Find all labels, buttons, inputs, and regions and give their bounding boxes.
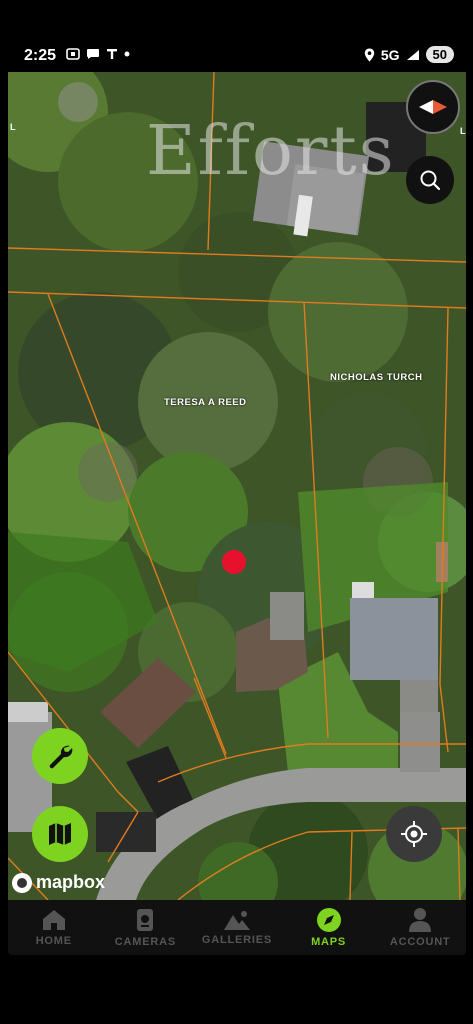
galleries-icon bbox=[223, 911, 250, 930]
tools-button[interactable] bbox=[32, 728, 88, 784]
screenshot-icon bbox=[66, 48, 80, 60]
status-right: 5G 50 bbox=[364, 46, 454, 63]
account-icon bbox=[409, 908, 432, 932]
bottom-tab-bar: HOME CAMERAS GALLERIES MAPS ACCOUNT bbox=[8, 900, 466, 955]
map-layers-button[interactable] bbox=[32, 806, 88, 862]
mapbox-logo-icon bbox=[12, 872, 32, 893]
battery-indicator: 50 bbox=[425, 46, 454, 63]
locate-icon bbox=[401, 821, 427, 847]
status-time: 2:25 bbox=[24, 47, 57, 64]
mapbox-attribution[interactable]: mapbox bbox=[12, 872, 105, 893]
locate-me-button[interactable] bbox=[386, 806, 442, 862]
dot-icon bbox=[124, 51, 130, 57]
wrench-icon bbox=[49, 745, 73, 769]
mapbox-wordmark: mapbox bbox=[36, 872, 106, 892]
message-icon bbox=[87, 49, 99, 59]
search-button[interactable] bbox=[406, 156, 454, 204]
location-icon bbox=[364, 48, 375, 61]
notification-icons bbox=[66, 48, 130, 60]
home-icon bbox=[42, 910, 65, 930]
tab-galleries[interactable]: GALLERIES bbox=[191, 900, 283, 955]
camera-icon bbox=[137, 909, 154, 931]
satellite-map[interactable]: Efforts L L TERESA A REED NICHOLAS TURCH… bbox=[8, 72, 466, 900]
map-watermark: Efforts bbox=[146, 112, 396, 191]
edge-label-left: L bbox=[10, 122, 16, 132]
network-type: 5G bbox=[380, 46, 400, 63]
tab-account[interactable]: ACCOUNT bbox=[374, 900, 466, 955]
tab-home[interactable]: HOME bbox=[8, 900, 100, 955]
tab-account-label: ACCOUNT bbox=[389, 936, 451, 948]
tab-maps-label: MAPS bbox=[311, 936, 347, 948]
signal-icon bbox=[406, 49, 419, 60]
phone-screen: 2:25 5G 50 Efforts L L TERESA A REED NIC… bbox=[8, 40, 466, 955]
location-marker[interactable] bbox=[222, 550, 246, 574]
compass-icon bbox=[419, 100, 447, 114]
tab-maps[interactable]: MAPS bbox=[283, 900, 375, 955]
parcel-label-nicholas-turch[interactable]: NICHOLAS TURCH bbox=[330, 372, 423, 383]
parcel-label-teresa-reed[interactable]: TERESA A REED bbox=[164, 397, 247, 408]
search-icon bbox=[420, 170, 441, 191]
tab-cameras[interactable]: CAMERAS bbox=[100, 900, 192, 955]
tab-home-label: HOME bbox=[35, 935, 72, 947]
carrier-icon bbox=[107, 49, 117, 59]
tab-cameras-label: CAMERAS bbox=[114, 936, 176, 948]
compass-map-icon bbox=[316, 908, 341, 932]
tab-galleries-label: GALLERIES bbox=[201, 934, 273, 946]
map-layers-icon bbox=[49, 823, 71, 845]
status-bar: 2:25 5G 50 bbox=[8, 40, 466, 72]
edge-label-right: L bbox=[460, 126, 466, 136]
compass-button[interactable] bbox=[406, 80, 460, 134]
